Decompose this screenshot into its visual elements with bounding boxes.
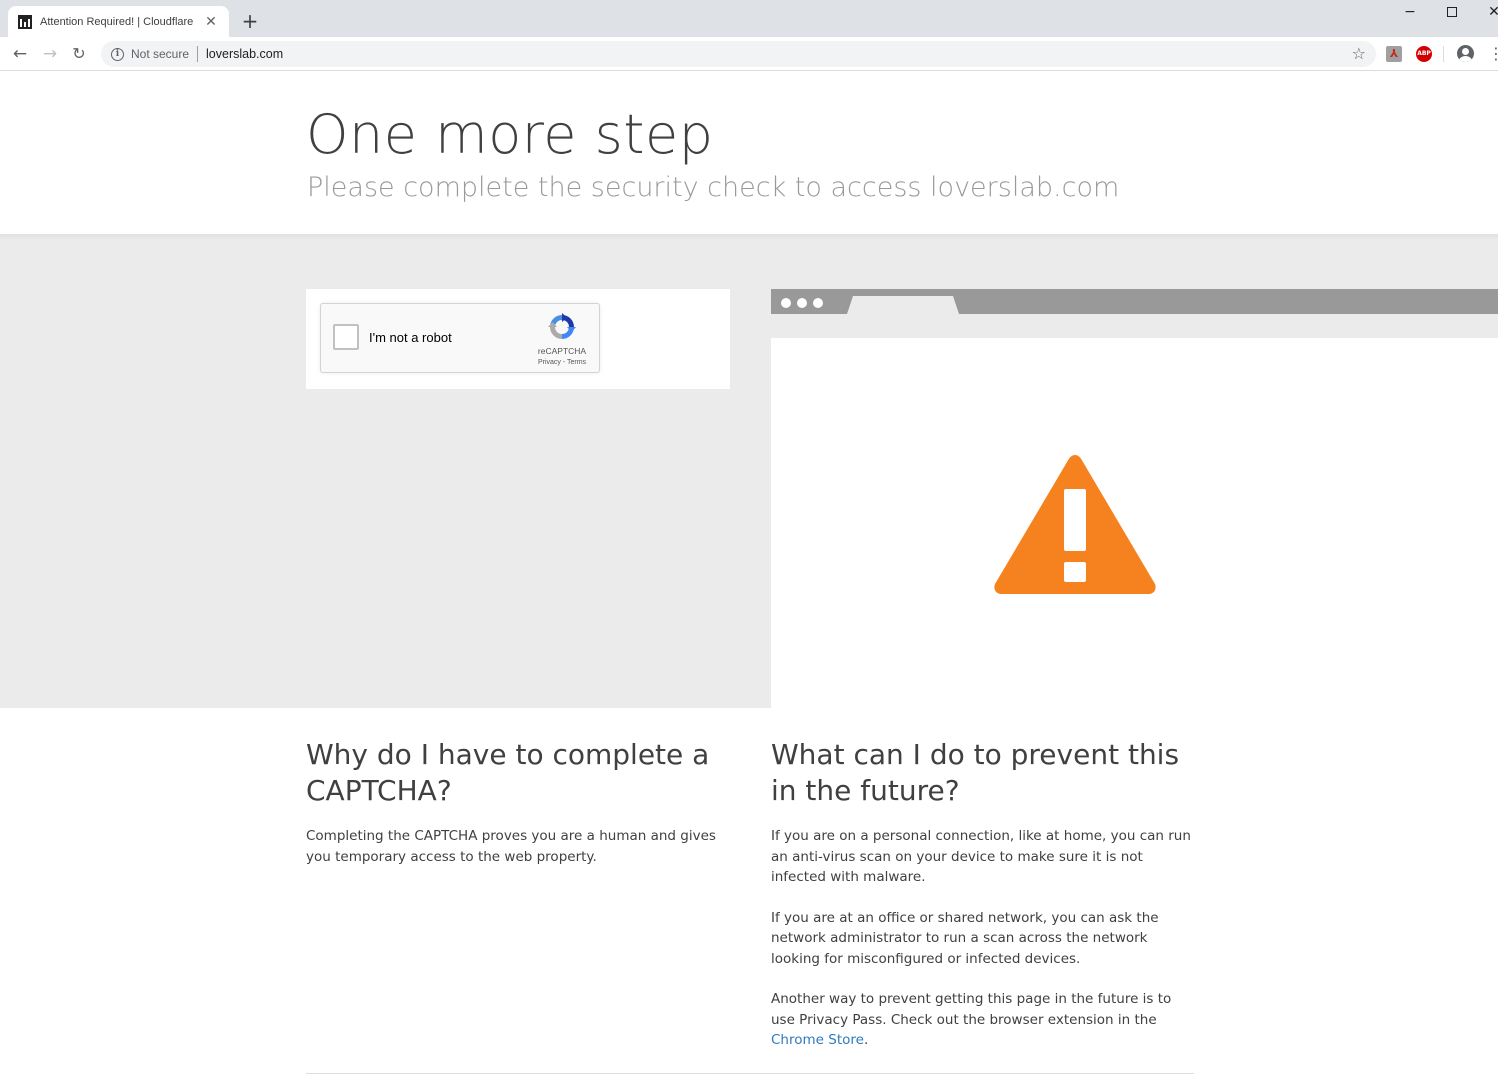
prevent-text-1: If you are on a personal connection, lik…: [771, 828, 1191, 885]
prevent-text-2: If you are at an office or shared networ…: [771, 909, 1159, 967]
tab-strip: Attention Required! | Cloudflare ✕ + − ✕: [0, 0, 1498, 37]
recaptcha-logo-icon: [548, 313, 576, 339]
warning-triangle-icon: [994, 455, 1156, 594]
address-bar[interactable]: i Not secure loverslab.com ☆: [101, 41, 1376, 67]
tab-title: Attention Required! | Cloudflare: [40, 15, 194, 28]
reload-button[interactable]: ↻: [67, 42, 91, 66]
prevent-section: What can I do to prevent this in the fut…: [771, 737, 1195, 1071]
forward-button[interactable]: →: [38, 42, 62, 66]
pdf-extension-icon[interactable]: ⅄: [1386, 46, 1402, 62]
new-tab-button[interactable]: +: [238, 9, 262, 33]
page-content: One more step Please complete the securi…: [0, 71, 1498, 1080]
cloudflare-favicon-icon: [18, 14, 32, 29]
security-status[interactable]: Not secure: [131, 47, 189, 61]
recaptcha-checkbox[interactable]: [333, 324, 359, 350]
window-maximize-button[interactable]: [1432, 0, 1472, 24]
toolbar-divider: [1443, 46, 1444, 62]
url-text[interactable]: loverslab.com: [206, 47, 283, 61]
browser-menu-icon[interactable]: ⋮: [1488, 45, 1498, 63]
footer-divider: [306, 1073, 1194, 1074]
recaptcha-widget: I'm not a robot reCAPTCHA Privacy - Term…: [320, 303, 600, 373]
tab-close-icon[interactable]: ✕: [203, 14, 219, 30]
back-button[interactable]: ←: [8, 42, 32, 66]
illustration-titlebar: [771, 289, 1498, 314]
chrome-store-link[interactable]: Chrome Store: [771, 1032, 864, 1048]
page-subtitle: Please complete the security check to ac…: [307, 172, 1120, 203]
prevent-text-3-end: .: [863, 1032, 869, 1048]
why-captcha-heading: Why do I have to complete a CAPTCHA?: [306, 738, 710, 807]
maximize-icon: [1447, 7, 1457, 17]
why-captcha-text: Completing the CAPTCHA proves you are a …: [306, 828, 716, 865]
why-captcha-section: Why do I have to complete a CAPTCHA? Com…: [306, 737, 730, 887]
page-title: One more step: [306, 103, 714, 166]
omnibox-divider: [197, 46, 199, 62]
captcha-card: I'm not a robot reCAPTCHA Privacy - Term…: [306, 289, 730, 389]
illustration-dot: [781, 298, 791, 308]
recaptcha-label: I'm not a robot: [369, 330, 452, 345]
prevent-text-3: Another way to prevent getting this page…: [771, 989, 1195, 1051]
prevent-heading: What can I do to prevent this in the fut…: [771, 738, 1180, 807]
browser-tab[interactable]: Attention Required! | Cloudflare ✕: [8, 6, 229, 37]
adblock-extension-icon[interactable]: ABP: [1416, 46, 1432, 62]
recaptcha-privacy-terms-link[interactable]: Privacy - Terms: [521, 359, 603, 366]
profile-avatar-icon[interactable]: [1457, 45, 1474, 62]
prevent-text-3-body: Another way to prevent getting this page…: [771, 991, 1172, 1028]
illustration-dot: [797, 298, 807, 308]
bookmark-star-icon[interactable]: ☆: [1352, 44, 1366, 63]
illustration-dot: [813, 298, 823, 308]
illustration-toolbar: [771, 314, 1498, 338]
window-close-button[interactable]: ✕: [1474, 0, 1498, 24]
info-icon[interactable]: i: [111, 47, 124, 61]
window-minimize-button[interactable]: −: [1390, 0, 1430, 24]
recaptcha-brand: reCAPTCHA: [537, 346, 587, 356]
browser-illustration: [771, 289, 1498, 708]
illustration-tab: [847, 296, 959, 314]
page-header: One more step Please complete the securi…: [0, 71, 1498, 234]
browser-toolbar: ← → ↻ i Not secure loverslab.com ☆ ⅄ ABP…: [0, 37, 1498, 71]
